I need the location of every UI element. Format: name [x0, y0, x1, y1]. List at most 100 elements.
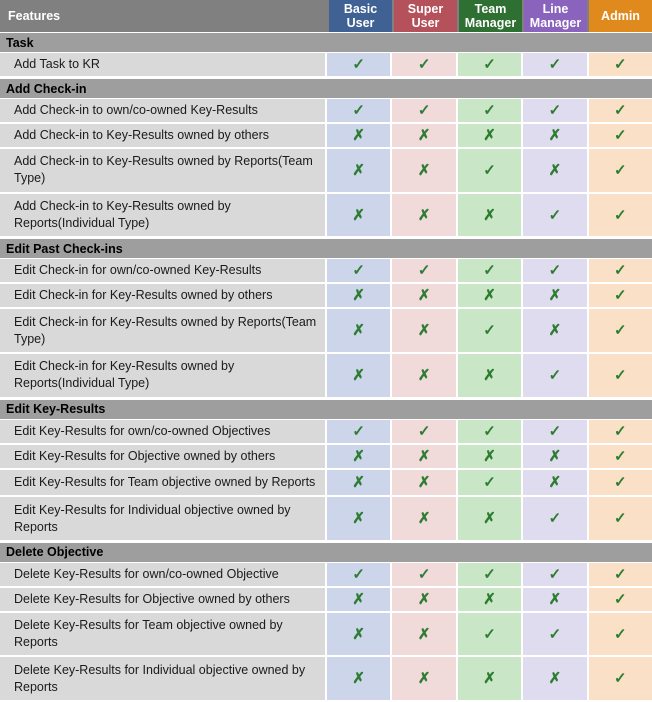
cross-icon: ✗	[352, 447, 365, 465]
permission-cell-admin: ✓	[588, 149, 652, 192]
permission-cell-basic: ✓	[327, 259, 393, 283]
permissions-matrix-table: Features Basic User Super User Team Manager Li…	[0, 0, 652, 702]
permission-cells: ✓ ✓ ✓ ✓ ✓	[327, 53, 652, 77]
column-header-team-line2: Manager	[464, 16, 517, 30]
check-icon: ✓	[614, 161, 627, 179]
permission-cell-basic: ✗	[327, 497, 393, 540]
check-icon: ✓	[614, 422, 627, 440]
check-icon: ✓	[548, 102, 562, 120]
check-icon: ✓	[614, 590, 627, 608]
permission-cells: ✓ ✓ ✓ ✓ ✓	[327, 259, 652, 283]
permission-cell-basic: ✗	[327, 353, 393, 397]
table-row: Edit Key-Results for Objective owned by …	[0, 444, 652, 470]
check-icon: ✓	[614, 670, 627, 688]
table-row: Edit Check-in for own/co-owned Key-Resul…	[0, 259, 652, 285]
column-header-basic[interactable]: Basic User	[327, 0, 392, 32]
permission-cell-admin: ✓	[588, 497, 652, 540]
check-icon: ✓	[614, 56, 627, 74]
table-row: Add Check-in to Key-Results owned by Rep…	[0, 193, 652, 239]
permission-cell-line: ✗	[523, 149, 589, 192]
check-icon: ✓	[417, 56, 431, 74]
permission-cell-super: ✗	[392, 657, 458, 701]
group-header-row: Edit Key-Results	[0, 398, 652, 420]
permission-cells: ✓ ✓ ✓ ✓ ✓	[327, 419, 652, 443]
feature-label: Add Check-in to Key-Results owned by Rep…	[0, 149, 327, 192]
check-icon: ✓	[483, 625, 496, 643]
permission-cell-basic: ✓	[327, 53, 393, 77]
permission-cell-admin: ✓	[588, 259, 652, 283]
permission-cell-line: ✓	[523, 497, 589, 540]
permission-cell-team: ✓	[457, 99, 524, 123]
group-header-filler	[327, 542, 652, 562]
permission-cell-admin: ✓	[588, 124, 652, 148]
group-header-row: Add Check-in	[0, 78, 652, 100]
permission-cell-basic: ✓	[327, 419, 393, 443]
cross-icon: ✗	[548, 590, 562, 608]
permission-cell-basic: ✗	[327, 469, 393, 496]
column-header-super-line1: Super	[407, 2, 444, 16]
permission-cells: ✓ ✓ ✓ ✓ ✓	[327, 562, 652, 586]
cross-icon: ✗	[483, 447, 496, 465]
permission-cell-basic: ✗	[327, 587, 393, 611]
permission-cell-line: ✓	[523, 99, 589, 123]
permission-cell-basic: ✓	[327, 99, 393, 123]
permission-cell-line: ✓	[523, 612, 589, 656]
permission-cells: ✗ ✗ ✓ ✓ ✓	[327, 612, 652, 656]
cross-icon: ✗	[548, 287, 562, 305]
permission-cell-line: ✗	[523, 657, 589, 701]
permission-cell-line: ✓	[523, 419, 589, 443]
cross-icon: ✗	[352, 590, 365, 608]
permission-cell-team: ✓	[457, 469, 524, 496]
cross-icon: ✗	[352, 161, 365, 179]
feature-label: Edit Key-Results for own/co-owned Object…	[0, 419, 327, 443]
cross-icon: ✗	[417, 322, 431, 340]
permission-cell-super: ✓	[392, 259, 458, 283]
check-icon: ✓	[483, 322, 496, 340]
check-icon: ✓	[614, 287, 627, 305]
feature-label: Add Task to KR	[0, 53, 327, 77]
table-row: Add Check-in to Key-Results owned by Rep…	[0, 149, 652, 194]
check-icon: ✓	[352, 56, 365, 74]
column-header-super[interactable]: Super User	[392, 0, 457, 32]
permission-cells: ✗ ✗ ✗ ✗ ✓	[327, 657, 652, 701]
cross-icon: ✗	[483, 287, 496, 305]
feature-label: Delete Key-Results for own/co-owned Obje…	[0, 562, 327, 586]
permission-cell-team: ✗	[457, 284, 524, 308]
check-icon: ✓	[352, 565, 365, 583]
cross-icon: ✗	[417, 287, 431, 305]
permission-cell-line: ✗	[523, 124, 589, 148]
check-icon: ✓	[548, 366, 562, 384]
permission-cells: ✗ ✗ ✗ ✓ ✓	[327, 193, 652, 237]
column-header-admin[interactable]: Admin	[587, 0, 652, 32]
check-icon: ✓	[417, 422, 431, 440]
check-icon: ✓	[614, 447, 627, 465]
cross-icon: ✗	[483, 670, 496, 688]
permission-cell-super: ✓	[392, 53, 458, 77]
check-icon: ✓	[548, 510, 562, 527]
feature-label: Edit Key-Results for Objective owned by …	[0, 444, 327, 468]
table-row: Add Check-in to own/co-owned Key-Results…	[0, 99, 652, 125]
check-icon: ✓	[614, 366, 627, 384]
permission-cell-basic: ✗	[327, 193, 393, 237]
cross-icon: ✗	[352, 366, 365, 384]
permission-cell-team: ✗	[457, 657, 524, 701]
cross-icon: ✗	[548, 447, 562, 465]
check-icon: ✓	[614, 565, 627, 583]
column-header-team[interactable]: Team Manager	[457, 0, 522, 32]
check-icon: ✓	[483, 262, 496, 280]
check-icon: ✓	[417, 102, 431, 120]
column-header-line[interactable]: Line Manager	[522, 0, 587, 32]
cross-icon: ✗	[483, 366, 496, 384]
permission-cell-team: ✗	[457, 353, 524, 397]
permission-cell-super: ✗	[392, 353, 458, 397]
group-header-row: Edit Past Check-ins	[0, 238, 652, 260]
group-header-filler	[327, 239, 652, 259]
group-title: Edit Key-Results	[6, 402, 106, 417]
permission-cell-admin: ✓	[588, 419, 652, 443]
permission-cell-admin: ✓	[588, 562, 652, 586]
permission-cell-team: ✓	[457, 259, 524, 283]
permission-cell-super: ✗	[392, 612, 458, 656]
permission-cell-line: ✗	[523, 444, 589, 468]
check-icon: ✓	[483, 56, 496, 74]
cross-icon: ✗	[352, 322, 365, 340]
